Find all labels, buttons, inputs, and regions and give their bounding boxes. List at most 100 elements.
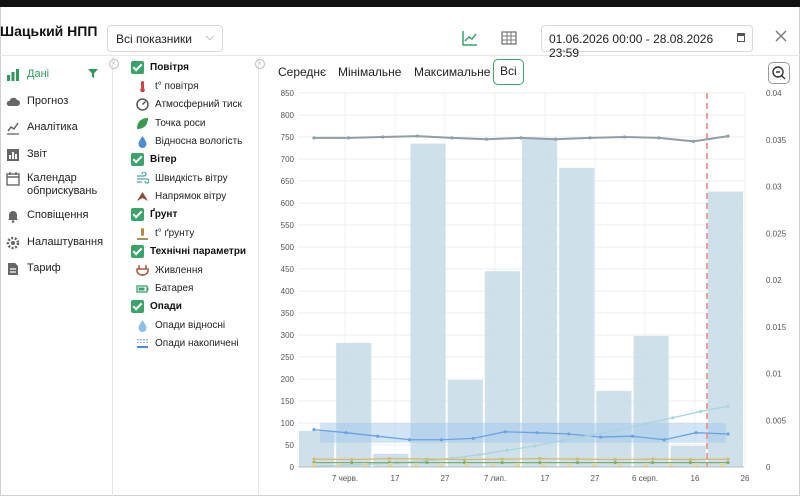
checkbox-checked[interactable] bbox=[131, 208, 144, 221]
station-name: Шацький НПП bbox=[0, 23, 98, 39]
y-left-tick-label: 50 bbox=[285, 441, 294, 450]
sidebar-item-data[interactable]: Дані bbox=[6, 68, 49, 82]
axis-marker bbox=[337, 463, 342, 467]
series-point bbox=[376, 434, 380, 438]
param-humidity[interactable]: Відносна вологість bbox=[136, 135, 242, 148]
series-point bbox=[726, 134, 730, 138]
tab-minimum[interactable]: Мінімальне bbox=[332, 59, 407, 85]
tab-average[interactable]: Середнє bbox=[272, 59, 332, 85]
indicator-select[interactable]: Всі показники ⌵ bbox=[107, 25, 223, 52]
series-point bbox=[484, 137, 489, 141]
param-precip-relative[interactable]: Опади відносні bbox=[136, 319, 225, 332]
sidebar-item-spray-calendar[interactable]: Календар обприскувань bbox=[6, 172, 106, 198]
axis-marker bbox=[643, 463, 648, 467]
zoom-button[interactable] bbox=[768, 62, 790, 84]
sidebar-item-settings[interactable]: Налаштування bbox=[6, 236, 103, 250]
sidebar-item-forecast[interactable]: Прогноз bbox=[6, 95, 68, 109]
param-dew-point[interactable]: Точка роси bbox=[136, 117, 206, 130]
battery-icon bbox=[136, 285, 149, 293]
param-pressure[interactable]: Атмосферний тиск bbox=[136, 98, 242, 111]
sidebar-item-label: Тариф bbox=[27, 262, 61, 274]
bar bbox=[559, 167, 595, 468]
param-wind-speed[interactable]: Швидкість вітру bbox=[136, 172, 228, 185]
param-precip-accumulated[interactable]: Опади накопичені bbox=[136, 337, 239, 350]
data-chart[interactable]: 0 50 100 150 200 250 300 350 400 450 500 550 600 650 7… bbox=[260, 86, 800, 496]
checkbox-checked[interactable] bbox=[131, 245, 144, 258]
series-line bbox=[313, 457, 729, 461]
collapse-params-button[interactable]: ‹ bbox=[255, 59, 265, 69]
series-point bbox=[691, 139, 696, 143]
y-right-tick-label: 0.015 bbox=[766, 323, 787, 332]
series-point bbox=[726, 461, 730, 465]
y-left-tick-label: 350 bbox=[281, 309, 295, 318]
series-point bbox=[344, 431, 348, 435]
param-label: t° повітря bbox=[155, 81, 199, 92]
series-point bbox=[698, 409, 702, 414]
axis-marker bbox=[516, 463, 520, 467]
sidebar-item-notifications[interactable]: Сповіщення bbox=[6, 209, 88, 223]
tariff-icon bbox=[8, 263, 18, 275]
y-right-tick-label: 0.02 bbox=[766, 276, 782, 285]
group-soil[interactable]: Ґрунт bbox=[131, 208, 177, 221]
bar-chart-icon bbox=[7, 69, 19, 81]
tab-maximum[interactable]: Максимальне bbox=[408, 59, 496, 85]
sidebar-item-tariff[interactable]: Тариф bbox=[6, 262, 61, 276]
date-range-picker[interactable]: 01.06.2026 00:00 - 28.08.2026 23:59 bbox=[541, 25, 753, 60]
param-label: Точка роси bbox=[155, 118, 206, 129]
series-point bbox=[588, 136, 592, 140]
y-left-tick-label: 250 bbox=[281, 353, 295, 362]
line-chart-icon[interactable] bbox=[461, 29, 479, 47]
close-icon[interactable] bbox=[774, 29, 788, 43]
y-left-tick-label: 150 bbox=[281, 397, 295, 406]
report-icon bbox=[7, 149, 19, 161]
param-label: Живлення bbox=[155, 265, 203, 276]
bar bbox=[670, 445, 706, 467]
group-precipitation[interactable]: Опади bbox=[131, 300, 182, 313]
series-point bbox=[350, 457, 354, 462]
series-point bbox=[560, 439, 564, 443]
y-left-tick-label: 500 bbox=[281, 243, 295, 252]
rain-icon bbox=[137, 339, 148, 348]
gear-icon bbox=[6, 236, 20, 250]
series-point bbox=[471, 436, 475, 440]
axis-marker bbox=[388, 463, 393, 467]
y-left-tick-label: 800 bbox=[281, 111, 295, 120]
param-soil-temp[interactable]: t° ґрунту bbox=[136, 227, 194, 240]
y-left-tick-label: 200 bbox=[281, 375, 295, 384]
series-point bbox=[425, 457, 429, 461]
indicator-select-value: Всі показники bbox=[116, 32, 193, 46]
series-point bbox=[350, 461, 354, 465]
group-technical[interactable]: Технічні параметри bbox=[131, 245, 246, 258]
series-point bbox=[567, 432, 571, 436]
param-wind-direction[interactable]: Напрямок вітру bbox=[136, 190, 226, 203]
x-tick-label: 26 bbox=[741, 474, 750, 483]
sidebar-item-analytics[interactable]: Аналітика bbox=[6, 121, 78, 135]
series-point bbox=[415, 134, 420, 138]
group-air[interactable]: Повітря bbox=[131, 61, 189, 74]
param-battery[interactable]: Батарея bbox=[136, 282, 193, 295]
series-point bbox=[643, 422, 647, 426]
param-power[interactable]: Живлення bbox=[136, 264, 203, 277]
gauge-icon bbox=[136, 98, 149, 111]
checkbox-checked[interactable] bbox=[131, 61, 144, 74]
filter-icon[interactable] bbox=[88, 69, 98, 78]
param-air-temp[interactable]: t° повітря bbox=[136, 80, 199, 93]
sidebar-item-label: Прогноз bbox=[27, 95, 69, 107]
cloud-icon bbox=[6, 97, 20, 106]
sidebar-item-report[interactable]: Звіт bbox=[6, 148, 47, 162]
x-tick-label: 17 bbox=[391, 474, 400, 483]
series-point bbox=[312, 428, 316, 432]
group-wind[interactable]: Вітер bbox=[131, 153, 177, 166]
axis-marker bbox=[541, 463, 546, 467]
series-point bbox=[688, 457, 692, 462]
checkbox-checked[interactable] bbox=[131, 300, 144, 313]
y-right-tick-label: 0.025 bbox=[766, 229, 787, 238]
series-point bbox=[726, 457, 730, 461]
param-label: Відносна вологість bbox=[155, 136, 243, 147]
y-left-tick-label: 100 bbox=[281, 419, 295, 428]
tab-all[interactable]: Всі bbox=[493, 59, 524, 85]
group-label: Технічні параметри bbox=[150, 246, 247, 257]
group-label: Вітер bbox=[150, 154, 177, 165]
checkbox-checked[interactable] bbox=[131, 153, 144, 166]
table-icon[interactable] bbox=[500, 29, 518, 47]
